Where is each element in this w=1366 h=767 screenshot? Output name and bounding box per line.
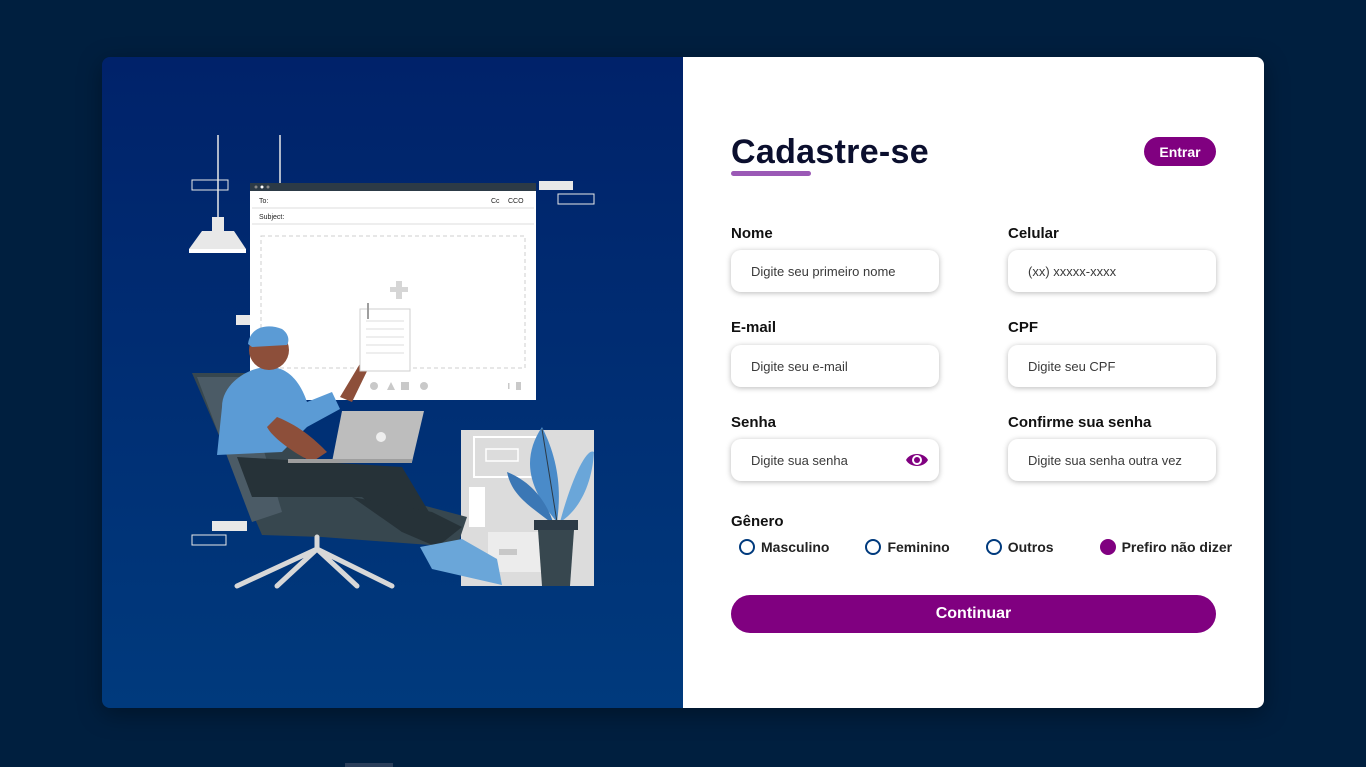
gender-option-label: Outros [1007,539,1054,555]
radio-prefiro-nao-dizer[interactable] [1099,539,1116,555]
nome-input[interactable] [731,250,939,292]
confirma-senha-label: Confirme sua senha [1008,414,1152,431]
illustration: To: Cc CCO Subject: [189,135,595,589]
gender-option-label: Prefiro não dizer [1121,539,1233,555]
gender-radio-group: Masculino Feminino Outros Prefiro não di… [739,539,1232,555]
nome-label: Nome [731,225,773,242]
gender-option-label: Masculino [761,539,830,555]
signup-form-panel: Cadastre-se Entrar Nome Celular E-mail C… [683,57,1264,708]
signup-card: To: Cc CCO Subject: Cadastre-se Entrar N… [102,57,1264,708]
celular-input[interactable] [1008,250,1216,292]
email-to-label: To: [259,198,268,205]
email-field-wrapper [731,345,939,387]
email-label: E-mail [731,319,777,336]
gender-label: Gênero [731,513,784,530]
celular-field-wrapper [1008,250,1216,292]
illustration-panel: To: Cc CCO Subject: [102,57,683,708]
senha-field-wrapper [731,439,939,481]
nome-field-wrapper [731,250,939,292]
gender-option-prefiro-nao-dizer[interactable]: Prefiro não dizer [1099,539,1233,555]
continue-button[interactable]: Continuar [731,595,1216,633]
email-cco-label: CCO [508,198,524,205]
email-input[interactable] [731,345,939,387]
email-cc-label: Cc [491,198,500,205]
login-button[interactable]: Entrar [1144,137,1216,166]
confirma-senha-input[interactable] [1008,439,1216,481]
confirma-senha-field-wrapper [1008,439,1216,481]
cpf-label: CPF [1008,319,1038,336]
gender-option-outros[interactable]: Outros [985,539,1054,555]
radio-feminino[interactable] [865,539,882,555]
cpf-input[interactable] [1008,345,1216,387]
cpf-field-wrapper [1008,345,1216,387]
senha-label: Senha [731,414,777,431]
gender-option-feminino[interactable]: Feminino [865,539,950,555]
eye-icon[interactable] [905,449,929,471]
title-underline [731,171,811,176]
radio-outros[interactable] [985,539,1002,555]
gender-option-masculino[interactable]: Masculino [739,539,829,555]
celular-label: Celular [1008,225,1059,242]
email-subject-label: Subject: [259,214,284,221]
radio-masculino[interactable] [739,539,755,555]
page-title: Cadastre-se [731,133,929,171]
taskbar-indicator [345,763,393,767]
document-illustration [359,303,411,372]
gender-option-label: Feminino [887,539,950,555]
